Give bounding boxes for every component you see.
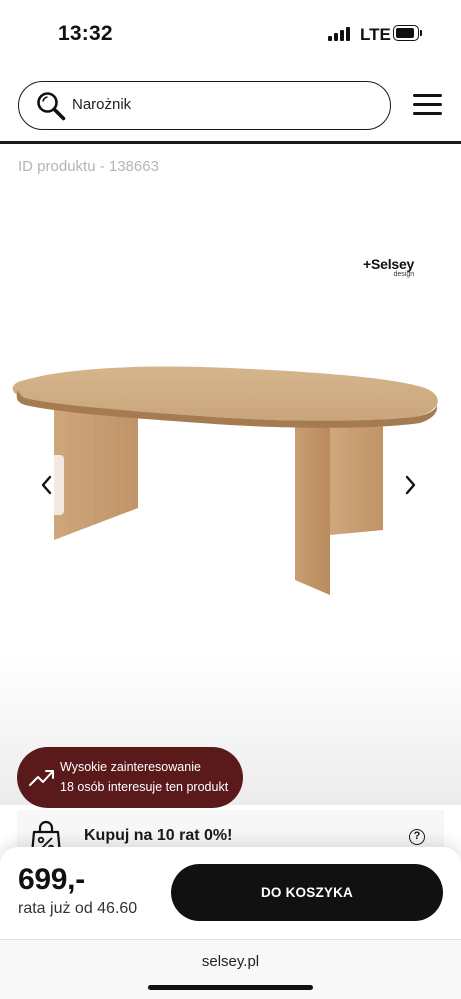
- add-to-cart-button[interactable]: DO KOSZYKA: [171, 864, 443, 921]
- chevron-left-icon: [41, 475, 52, 495]
- product-gallery[interactable]: +Selsey design: [0, 185, 461, 805]
- home-indicator[interactable]: [148, 985, 313, 990]
- interest-badge: Wysokie zainteresowanie 18 osób interesu…: [17, 747, 243, 808]
- purchase-panel: 699,- rata już od 46.60 DO KOSZYKA: [0, 847, 461, 939]
- price: 699,-: [18, 863, 85, 896]
- chevron-right-icon: [405, 475, 416, 495]
- interest-subtitle: 18 osób interesuje ten produkt: [60, 780, 229, 794]
- network-type: LTE: [360, 25, 391, 44]
- question-circle-icon[interactable]: ?: [409, 829, 425, 845]
- product-id: ID produktu - 138663: [18, 158, 159, 175]
- gallery-prev-button[interactable]: [30, 455, 64, 515]
- battery-icon: [393, 25, 423, 41]
- search-icon: [37, 92, 66, 121]
- hamburger-menu-icon[interactable]: [413, 94, 443, 116]
- site-header: Narożnik: [0, 68, 461, 144]
- url-text: selsey.pl: [201, 953, 260, 970]
- search-query: Narożnik: [72, 96, 132, 113]
- brand-subtitle: design: [393, 271, 415, 278]
- browser-url-bar[interactable]: selsey.pl: [0, 939, 461, 999]
- status-time: 13:32: [58, 22, 113, 45]
- interest-title: Wysokie zainteresowanie: [60, 760, 201, 774]
- installment-price: rata już od 46.60: [18, 900, 138, 917]
- status-bar: 13:32 LTE: [0, 0, 461, 68]
- product-image[interactable]: [0, 360, 461, 610]
- trending-up-icon: [29, 770, 54, 786]
- brand-name: +Selsey: [363, 256, 415, 272]
- gallery-next-button[interactable]: [393, 455, 427, 515]
- brand-logo: +Selsey design: [363, 257, 414, 279]
- search-input[interactable]: Narożnik: [18, 81, 391, 130]
- installments-label: Kupuj na 10 rat 0%!: [84, 827, 233, 844]
- signal-bars-icon: [328, 27, 352, 41]
